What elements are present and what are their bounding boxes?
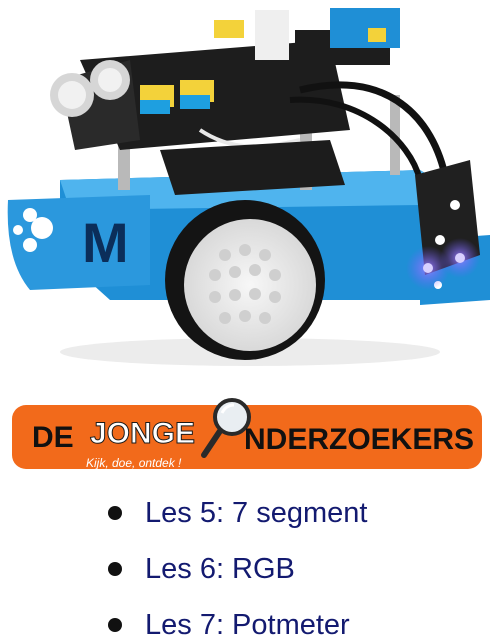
magnifier-icon <box>201 398 251 458</box>
de-jonge-onderzoekers-logo: DE JONGE Kijk, doe, ontdek ! NDERZOEKERS <box>12 398 482 470</box>
lesson-label: Les 5: 7 segment <box>145 496 368 529</box>
logo-word-jonge: JONGE <box>90 417 195 450</box>
bullet-icon <box>108 506 122 520</box>
lesson-label: Les 6: RGB <box>145 552 295 585</box>
logo-word-onderzoekers: NDERZOEKERS <box>244 423 474 456</box>
list-item: Les 6: RGB <box>108 541 367 597</box>
lesson-label: Les 7: Potmeter <box>145 608 350 641</box>
bullet-icon <box>108 618 122 632</box>
robot-photo: M <box>0 0 496 380</box>
chassis-letter: M <box>82 211 129 274</box>
bullet-icon <box>108 562 122 576</box>
list-item: Les 5: 7 segment <box>108 485 367 541</box>
logo-tagline: Kijk, doe, ontdek ! <box>86 456 182 470</box>
robot-photo-icon: M <box>7 8 490 366</box>
logo-graphic: DE JONGE Kijk, doe, ontdek ! NDERZOEKERS <box>32 398 474 470</box>
list-item: Les 7: Potmeter <box>108 597 367 642</box>
logo-word-de: DE <box>32 421 74 454</box>
lesson-list: Les 5: 7 segment Les 6: RGB Les 7: Potme… <box>108 485 367 642</box>
